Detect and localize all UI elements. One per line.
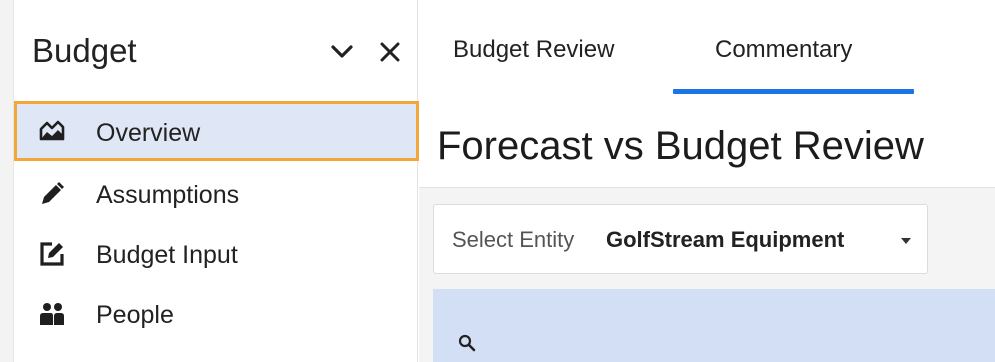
sidebar-item-label: Budget Input: [96, 241, 238, 269]
entity-selector-label: Select Entity: [452, 227, 575, 252]
sidebar-item-label: Assumptions: [96, 181, 240, 209]
tab-budget-review[interactable]: Budget Review: [453, 36, 614, 64]
tab-commentary[interactable]: Commentary: [715, 36, 852, 64]
sidebar-item-assumptions[interactable]: Assumptions: [14, 164, 419, 224]
entity-selector[interactable]: Select Entity GolfStream Equipment: [433, 204, 928, 274]
sidebar-item-people[interactable]: People: [14, 284, 419, 344]
pencil-icon: [42, 182, 64, 204]
overview-chart-icon: [39, 120, 65, 141]
caret-down-icon: [901, 238, 911, 244]
app-window: Budget Overview Assumptions Budget Input…: [0, 0, 995, 362]
chevron-down-icon[interactable]: [330, 42, 354, 62]
page-title: Forecast vs Budget Review: [437, 124, 924, 168]
edit-box-icon: [40, 242, 64, 266]
search-bar: [433, 289, 995, 362]
sidebar-item-budget-input[interactable]: Budget Input: [14, 224, 419, 284]
main-panel: Budget Review Commentary Forecast vs Bud…: [419, 0, 995, 362]
entity-selector-value: GolfStream Equipment: [606, 227, 845, 252]
content-area: Select Entity GolfStream Equipment: [419, 187, 995, 362]
sidebar-item-label: Overview: [96, 119, 201, 147]
close-icon[interactable]: [378, 40, 402, 64]
sidebar-title: Budget: [32, 32, 137, 69]
sidebar-edge: [0, 0, 14, 362]
search-icon[interactable]: [457, 333, 477, 353]
sidebar-item-overview[interactable]: Overview: [14, 101, 419, 161]
sidebar-item-label: People: [96, 301, 174, 329]
sidebar: Budget Overview Assumptions Budget Input…: [0, 0, 419, 362]
active-tab-indicator: [673, 89, 914, 94]
people-icon: [40, 303, 64, 325]
